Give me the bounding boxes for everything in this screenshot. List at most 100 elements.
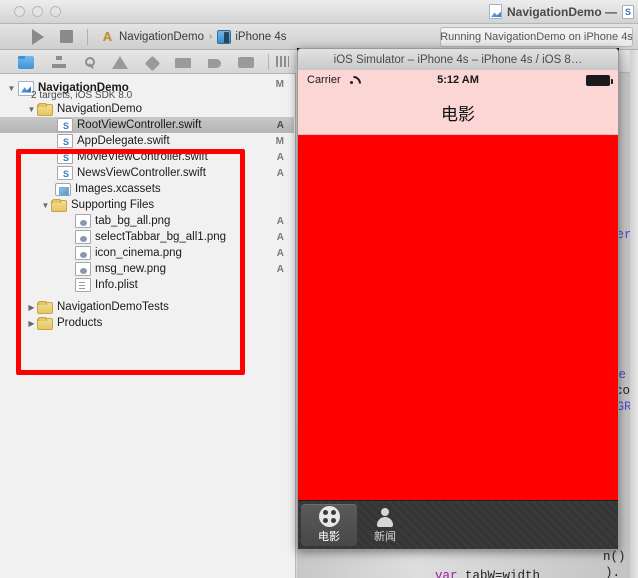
tree-row-msg-new[interactable]: msg_new.png A <box>0 261 294 277</box>
run-button[interactable] <box>32 28 44 45</box>
tree-row-supporting-files[interactable]: ▼ Supporting Files <box>0 197 294 213</box>
tree-row-movieviewcontroller[interactable]: MovieViewController.swift A <box>0 149 294 165</box>
hierarchy-icon[interactable] <box>51 54 67 70</box>
window-title-text: NavigationDemo — <box>506 4 617 19</box>
tree-item-label: icon_cinema.png <box>95 247 182 259</box>
file-status: A <box>276 231 284 243</box>
navigator-toolbar <box>0 50 296 74</box>
ios-simulator-window[interactable]: iOS Simulator – iPhone 4s – iPhone 4s / … <box>297 48 619 550</box>
tree-item-label: Info.plist <box>95 279 138 291</box>
asset-catalog-icon <box>55 183 71 196</box>
stop-button[interactable] <box>60 30 73 43</box>
image-file-icon <box>75 230 91 244</box>
person-icon <box>375 507 395 527</box>
scheme-selector[interactable]: NavigationDemo › iPhone 4s <box>100 29 287 44</box>
xcode-app-icon <box>100 29 115 44</box>
report-icon[interactable] <box>276 56 289 67</box>
tree-item-label: RootViewController.swift <box>77 119 202 131</box>
tree-row-info-plist[interactable]: Info.plist <box>0 277 294 293</box>
tree-item-label: Images.xcassets <box>75 183 161 195</box>
device-icon <box>217 29 232 44</box>
tab-label: 电影 <box>318 531 340 543</box>
activity-status: Running NavigationDemo on iPhone 4s <box>440 27 633 47</box>
project-subtitle: 2 targets, iOS SDK 8.0 <box>31 90 133 101</box>
code-fragment: ). <box>605 566 621 578</box>
tree-row-tab-bg-all[interactable]: tab_bg_all.png A <box>0 213 294 229</box>
breakpoint-icon[interactable] <box>175 58 191 68</box>
tree-row-products[interactable]: ▶ Products <box>0 315 294 331</box>
folder-icon <box>37 102 53 116</box>
tree-row-appdelegate[interactable]: AppDelegate.swift M <box>0 133 294 149</box>
tree-item-label: Products <box>57 317 103 329</box>
xcode-window: NavigationDemo — NavigationDemo › iPhone… <box>0 0 638 578</box>
tree-row-navigationdemotests[interactable]: ▶ NavigationDemoTests <box>0 299 294 315</box>
tree-row-icon-cinema[interactable]: icon_cinema.png A <box>0 245 294 261</box>
tab-label: 新闻 <box>374 530 396 543</box>
simulator-screen[interactable]: Carrier 5:12 AM 电影 电影 新闻 <box>297 70 619 550</box>
code-line: var tabH=height-49 <box>375 571 570 578</box>
tree-item-label: Supporting Files <box>71 199 155 211</box>
simulator-titlebar: iOS Simulator – iPhone 4s – iPhone 4s / … <box>297 48 619 70</box>
folder-icon[interactable] <box>18 56 34 69</box>
window-titlebar: NavigationDemo — <box>0 0 638 24</box>
ios-nav-bar: 电影 <box>298 90 618 135</box>
disclosure-triangle[interactable]: ▼ <box>6 84 17 93</box>
file-status: A <box>276 247 284 259</box>
disclosure-triangle[interactable]: ▼ <box>26 105 37 114</box>
code-fragment: n() <box>603 550 626 564</box>
folder-icon <box>37 316 53 330</box>
warning-icon[interactable] <box>112 56 128 69</box>
disclosure-triangle[interactable]: ▶ <box>26 303 37 312</box>
tree-item-label: NavigationDemoTests <box>57 301 169 313</box>
tree-row-selecttabbar-bg-all1[interactable]: selectTabbar_bg_all1.png A <box>0 229 294 245</box>
project-status: M <box>275 79 284 90</box>
toolbar-divider <box>87 28 88 45</box>
file-status: A <box>276 167 284 179</box>
image-file-icon <box>75 214 91 228</box>
tree-item-label: MovieViewController.swift <box>77 151 208 163</box>
folder-icon <box>37 300 53 314</box>
tree-item-label: selectTabbar_bg_all1.png <box>95 231 227 243</box>
file-status: A <box>276 215 284 227</box>
tree-row-newsviewcontroller[interactable]: NewsViewController.swift A <box>0 165 294 181</box>
status-bar-time: 5:12 AM <box>437 74 479 86</box>
main-toolbar: NavigationDemo › iPhone 4s Running Navig… <box>0 24 638 50</box>
chevron-right-icon: › <box>209 31 213 42</box>
tab-item-movie[interactable]: 电影 <box>301 504 357 546</box>
navigator-divider <box>268 54 269 70</box>
comment-icon[interactable] <box>238 57 254 68</box>
tag-icon[interactable] <box>208 59 221 68</box>
folder-icon <box>51 198 67 212</box>
disclosure-triangle[interactable]: ▼ <box>40 201 51 210</box>
ios-tab-bar[interactable]: 电影 新闻 <box>298 500 618 549</box>
tree-row-images-xcassets[interactable]: Images.xcassets <box>0 181 294 197</box>
disclosure-triangle[interactable]: ▶ <box>26 319 37 328</box>
file-status: A <box>276 263 284 275</box>
navigator-pane: ▼ NavigationDemo M 2 targets, iOS SDK 8.… <box>0 50 296 578</box>
battery-icon <box>586 75 613 86</box>
nav-bar-title: 电影 <box>441 104 475 124</box>
search-icon[interactable] <box>85 57 95 67</box>
tab-item-news[interactable]: 新闻 <box>357 501 413 549</box>
window-title: NavigationDemo — <box>0 4 638 19</box>
plist-file-icon <box>75 278 91 292</box>
tree-item-label: NewsViewController.swift <box>77 167 206 179</box>
tree-item-label: msg_new.png <box>95 263 166 275</box>
swift-file-icon <box>57 118 73 132</box>
ios-status-bar: Carrier 5:12 AM <box>298 70 618 90</box>
tree-item-label: tab_bg_all.png <box>95 215 171 227</box>
swift-file-icon <box>622 4 634 19</box>
tree-row-navigationdemo-group[interactable]: ▼ NavigationDemo <box>0 101 294 117</box>
swift-file-icon <box>57 134 73 148</box>
tree-row-rootviewcontroller[interactable]: RootViewController.swift A <box>0 117 294 133</box>
swift-file-icon <box>57 150 73 164</box>
editor-scrollbar[interactable] <box>630 50 638 578</box>
file-status: M <box>275 135 284 147</box>
file-status: A <box>276 119 284 131</box>
project-navigator-tree[interactable]: ▼ NavigationDemo M 2 targets, iOS SDK 8.… <box>0 75 294 578</box>
swift-file-icon <box>57 166 73 180</box>
project-root-row[interactable]: ▼ NavigationDemo M 2 targets, iOS SDK 8.… <box>0 75 294 101</box>
image-file-icon <box>75 262 91 276</box>
diamond-icon[interactable] <box>144 55 161 71</box>
scheme-device-label: iPhone 4s <box>235 30 287 43</box>
